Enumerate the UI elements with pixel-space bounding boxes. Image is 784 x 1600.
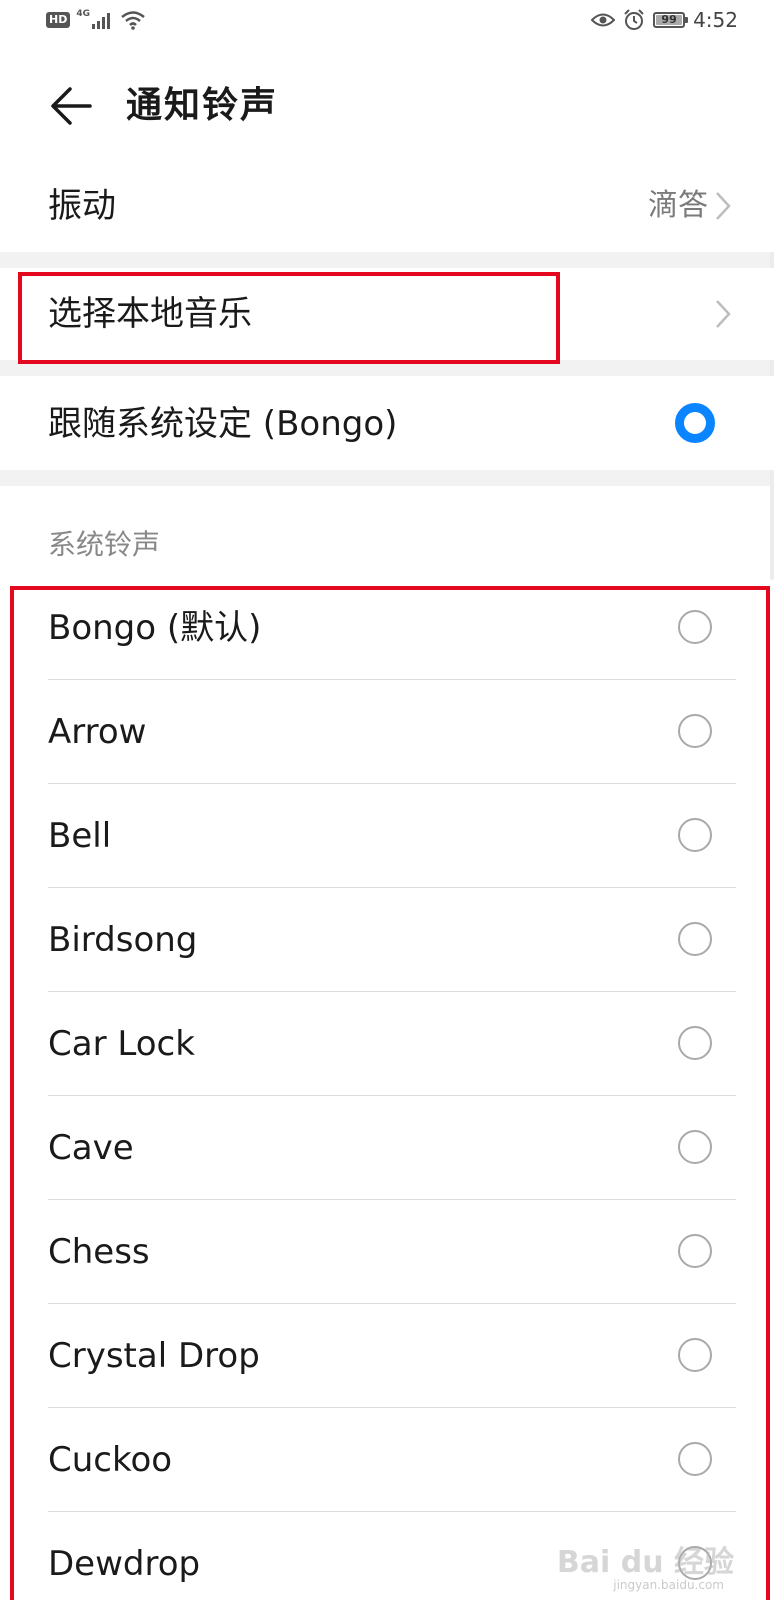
ringtone-item[interactable]: Car Lock <box>0 992 784 1096</box>
ringtone-item[interactable]: Bongo (默认) <box>0 576 784 680</box>
battery-icon: 99 <box>653 12 689 28</box>
eye-icon <box>591 13 616 27</box>
ringtone-label: Cuckoo <box>48 1440 173 1480</box>
ringtone-item[interactable]: Birdsong <box>0 888 784 992</box>
vibration-label: 振动 <box>48 186 116 226</box>
ringtone-label: Crystal Drop <box>48 1336 260 1376</box>
clock: 4:52 <box>693 8 738 32</box>
radio-selected-icon[interactable] <box>675 403 715 443</box>
alarm-icon <box>624 9 644 30</box>
radio-unselected-icon[interactable] <box>678 818 712 852</box>
section-gap <box>0 360 770 376</box>
ringtone-list: Bongo (默认) Arrow Bell Birdsong Car Lock Cave C… <box>0 576 784 1600</box>
ringtone-item[interactable]: Cuckoo <box>0 1408 784 1512</box>
ringtone-label: Bongo (默认) <box>48 608 262 648</box>
section-gap <box>0 470 770 486</box>
local-music-label: 选择本地音乐 <box>48 294 252 334</box>
chevron-right-icon <box>716 192 731 220</box>
ringtone-label: Arrow <box>48 712 147 752</box>
hd-badge: HD <box>46 12 71 28</box>
watermark-url: jingyan.baidu.com <box>613 1578 724 1592</box>
radio-unselected-icon[interactable] <box>678 1234 712 1268</box>
wifi-icon <box>121 11 145 30</box>
app-header: 通知铃声 <box>0 60 784 150</box>
page-title: 通知铃声 <box>126 85 279 126</box>
ringtone-label: Birdsong <box>48 920 198 960</box>
ringtone-item[interactable]: Bell <box>0 784 784 888</box>
radio-unselected-icon[interactable] <box>678 1442 712 1476</box>
signal-icon <box>92 13 110 29</box>
section-title: 系统铃声 <box>48 528 161 561</box>
follow-system-setting[interactable]: 跟随系统设定 (Bongo) <box>0 376 784 470</box>
arrow-left-icon[interactable] <box>48 82 96 130</box>
chevron-right-icon <box>716 300 731 328</box>
ringtone-label: Cave <box>48 1128 134 1168</box>
radio-unselected-icon[interactable] <box>678 610 712 644</box>
ringtone-label: Car Lock <box>48 1024 195 1064</box>
network-type: 4G <box>76 9 90 19</box>
status-right: 99 4:52 <box>591 8 738 32</box>
vibration-value: 滴答 <box>648 188 708 223</box>
select-local-music[interactable]: 选择本地音乐 <box>0 268 784 360</box>
ringtone-label: Chess <box>48 1232 150 1272</box>
section-gap <box>0 252 770 268</box>
radio-unselected-icon[interactable] <box>678 1130 712 1164</box>
ringtone-item[interactable]: Arrow <box>0 680 784 784</box>
status-left: HD 4G <box>46 9 146 30</box>
ringtone-label: Dewdrop <box>48 1544 201 1584</box>
radio-unselected-icon[interactable] <box>678 1338 712 1372</box>
radio-unselected-icon[interactable] <box>678 1026 712 1060</box>
ringtone-item[interactable]: Chess <box>0 1200 784 1304</box>
radio-unselected-icon[interactable] <box>678 714 712 748</box>
watermark: Bai du 经验 <box>556 1545 734 1580</box>
follow-system-label: 跟随系统设定 (Bongo) <box>48 404 398 444</box>
ringtone-label: Bell <box>48 816 112 856</box>
ringtone-item[interactable]: Cave <box>0 1096 784 1200</box>
radio-unselected-icon[interactable] <box>678 922 712 956</box>
ringtone-item[interactable]: Crystal Drop <box>0 1304 784 1408</box>
vibration-setting[interactable]: 振动 滴答 <box>0 160 784 252</box>
battery-level: 99 <box>661 13 677 26</box>
status-bar: HD 4G 99 4:52 <box>0 0 784 48</box>
